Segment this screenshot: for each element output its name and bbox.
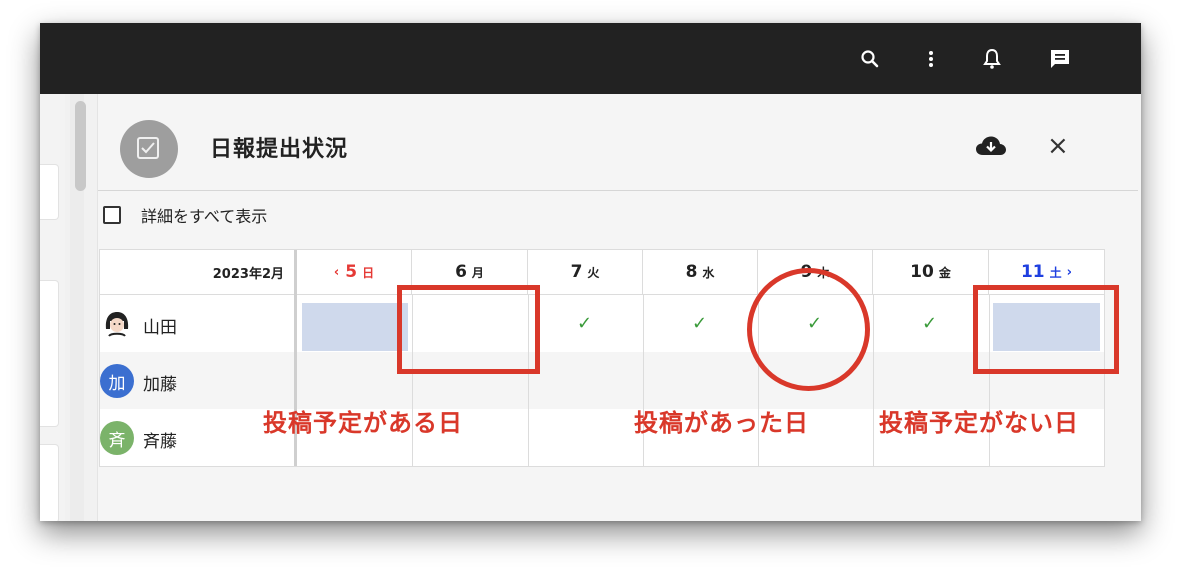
side-card[interactable] — [40, 280, 59, 427]
table-row — [100, 352, 1104, 409]
panel-divider — [98, 190, 1138, 191]
user-name: 山田 — [143, 318, 177, 338]
annotation-label: 投稿があった日 — [634, 409, 809, 437]
side-card[interactable] — [40, 164, 59, 220]
show-all-toggle[interactable]: 詳細をすべて表示 — [103, 203, 267, 227]
day-header-8: 8 水 — [643, 250, 758, 294]
day-of-week: 金 — [938, 265, 951, 280]
app-window: 日報提出状況 × 詳細をすべて表示 2023年2月 ‹ 5 日 6 月 7 火 … — [40, 23, 1141, 521]
bell-icon[interactable] — [980, 47, 1004, 71]
day-header-5: ‹ 5 日 — [297, 250, 412, 294]
close-icon[interactable]: × — [1047, 133, 1069, 159]
day-number: 11 — [1020, 262, 1045, 282]
user-name: 斉藤 — [143, 432, 177, 452]
day-number: 6 — [455, 262, 467, 282]
header-divider — [100, 294, 1104, 295]
user-name: 加藤 — [143, 375, 177, 395]
day-number: 5 — [345, 262, 358, 282]
side-strip — [40, 94, 65, 521]
side-card[interactable] — [40, 444, 59, 521]
annotation-label: 投稿予定がない日 — [879, 409, 1079, 437]
column-divider — [294, 294, 297, 466]
check-icon — [120, 120, 178, 178]
show-all-label: 詳細をすべて表示 — [141, 207, 268, 226]
more-vert-icon[interactable] — [919, 47, 943, 71]
highlight-box — [973, 285, 1119, 374]
column-divider — [873, 294, 874, 466]
day-header-10: 10 金 — [873, 250, 989, 294]
check-icon[interactable]: ✓ — [692, 313, 707, 334]
day-number: 7 — [570, 262, 583, 282]
day-header-7: 7 火 — [528, 250, 643, 294]
annotation-label: 投稿予定がある日 — [263, 409, 463, 437]
day-number: 8 — [685, 262, 698, 282]
day-of-week: 土 — [1049, 265, 1062, 280]
day-of-week: 日 — [362, 265, 375, 280]
next-week-button[interactable]: › — [1067, 265, 1072, 280]
search-icon[interactable] — [858, 47, 882, 71]
check-icon[interactable]: ✓ — [922, 313, 937, 334]
planned-day-cell[interactable] — [302, 303, 408, 351]
avatar — [100, 307, 134, 341]
day-of-week: 火 — [587, 265, 600, 280]
highlight-circle — [747, 268, 870, 391]
avatar: 斉 — [100, 421, 134, 455]
table-row — [100, 295, 1104, 352]
prev-week-button[interactable]: ‹ — [334, 265, 339, 280]
day-of-week: 水 — [702, 265, 715, 280]
month-label: 2023年2月 — [100, 250, 297, 294]
avatar: 加 — [100, 364, 134, 398]
message-icon[interactable] — [1048, 47, 1072, 71]
top-app-bar — [40, 23, 1141, 94]
highlight-box — [397, 285, 540, 374]
panel-title: 日報提出状況 — [210, 137, 349, 162]
cloud-download-icon[interactable] — [974, 134, 1008, 158]
scrollbar-thumb[interactable] — [75, 101, 86, 191]
day-number: 10 — [910, 262, 934, 282]
check-icon[interactable]: ✓ — [577, 313, 592, 334]
day-of-week: 月 — [471, 265, 484, 280]
column-divider — [643, 294, 644, 466]
show-all-checkbox[interactable] — [103, 206, 121, 224]
